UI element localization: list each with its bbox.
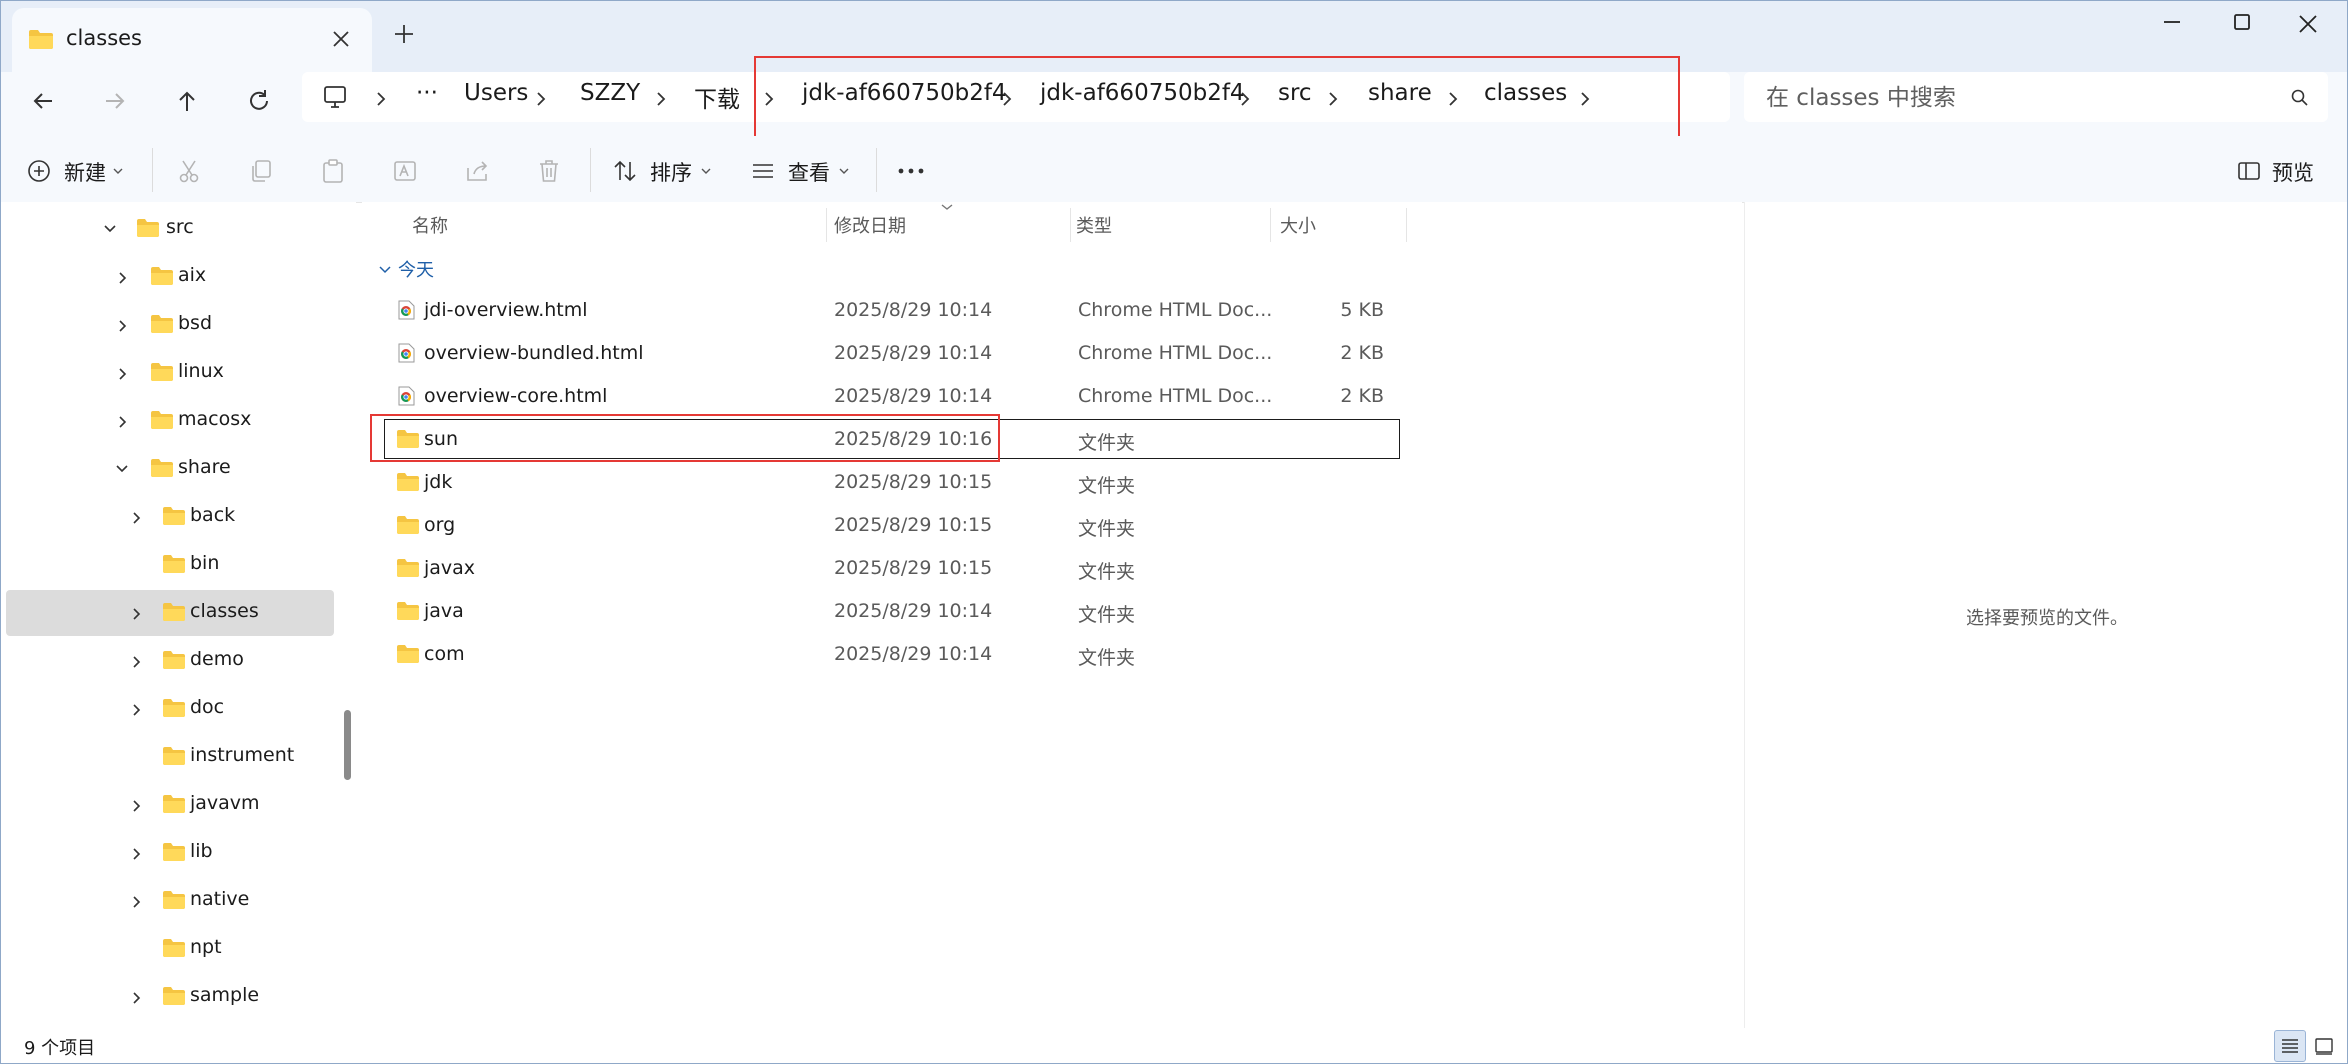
window-frame xyxy=(0,0,2348,1064)
